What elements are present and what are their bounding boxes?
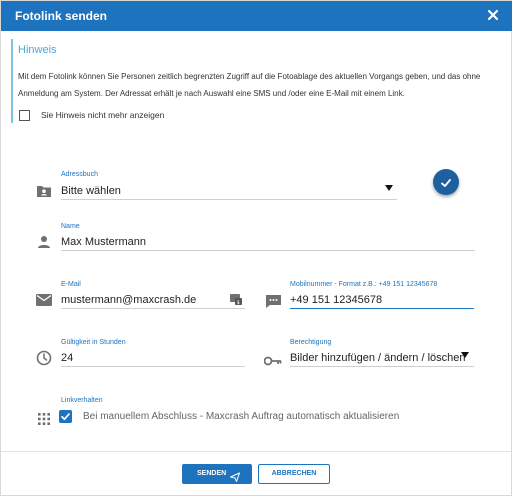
send-icon: [230, 469, 240, 487]
dialog-title: Fotolink senden: [15, 9, 108, 23]
hide-hint-label: Sie Hinweis nicht mehr anzeigen: [41, 110, 165, 120]
mobile-label: Mobilnummer - Format z.B.: +49 151 12345…: [290, 281, 438, 288]
contact-card-icon: [36, 184, 52, 203]
permission-select[interactable]: Bilder hinzufügen / ändern / löschen: [290, 352, 466, 364]
send-button-label: SENDEN: [197, 470, 227, 477]
mobile-underline: [290, 308, 474, 309]
hide-hint-checkbox[interactable]: [19, 110, 30, 121]
validity-input[interactable]: 24: [61, 352, 73, 364]
footer-divider: [1, 451, 512, 452]
email-input[interactable]: mustermann@maxcrash.de: [61, 294, 196, 306]
message-icon: [266, 294, 281, 313]
addressbook-label: Adressbuch: [61, 171, 98, 178]
chevron-down-icon[interactable]: [461, 352, 469, 358]
clock-icon: [36, 350, 52, 371]
permission-underline: [290, 366, 474, 367]
validity-label: Gültigkeit in Stunden: [61, 339, 126, 346]
name-underline: [61, 250, 475, 251]
fotolink-dialog: Fotolink senden Hinweis Mit dem Fotolink…: [0, 0, 512, 496]
addressbook-select[interactable]: Bitte wählen: [61, 185, 121, 197]
hint-text: Mit dem Fotolink können Sie Personen zei…: [18, 72, 481, 98]
confirm-button[interactable]: [433, 169, 459, 195]
hint-title: Hinweis: [18, 44, 57, 56]
mail-icon: [36, 293, 52, 311]
key-icon: [263, 353, 282, 371]
addressbook-underline: [61, 199, 397, 200]
email-label: E-Mail: [61, 281, 81, 288]
hint-box: Hinweis Mit dem Fotolink können Sie Pers…: [11, 39, 503, 123]
mobile-input[interactable]: +49 151 12345678: [290, 294, 382, 306]
close-icon[interactable]: [485, 7, 501, 23]
dialog-header: Fotolink senden: [1, 1, 512, 31]
chevron-down-icon[interactable]: [385, 185, 393, 191]
person-icon: [37, 235, 51, 254]
cancel-button-label: ABBRECHEN: [271, 470, 317, 477]
send-button[interactable]: SENDEN: [182, 464, 252, 484]
auto-update-checkbox[interactable]: [59, 410, 72, 423]
permission-label: Berechtigung: [290, 339, 332, 346]
cancel-button[interactable]: ABBRECHEN: [258, 464, 330, 484]
name-input[interactable]: Max Mustermann: [61, 236, 146, 248]
apps-grid-icon: [38, 412, 50, 430]
auto-update-label: Bei manuellem Abschluss - Maxcrash Auftr…: [83, 411, 400, 422]
validity-underline: [61, 366, 245, 367]
name-label: Name: [61, 223, 80, 230]
check-icon: [440, 176, 452, 194]
link-behavior-label: Linkverhalten: [61, 397, 103, 404]
email-underline: [61, 308, 245, 309]
svg-text:$: $: [237, 300, 240, 305]
